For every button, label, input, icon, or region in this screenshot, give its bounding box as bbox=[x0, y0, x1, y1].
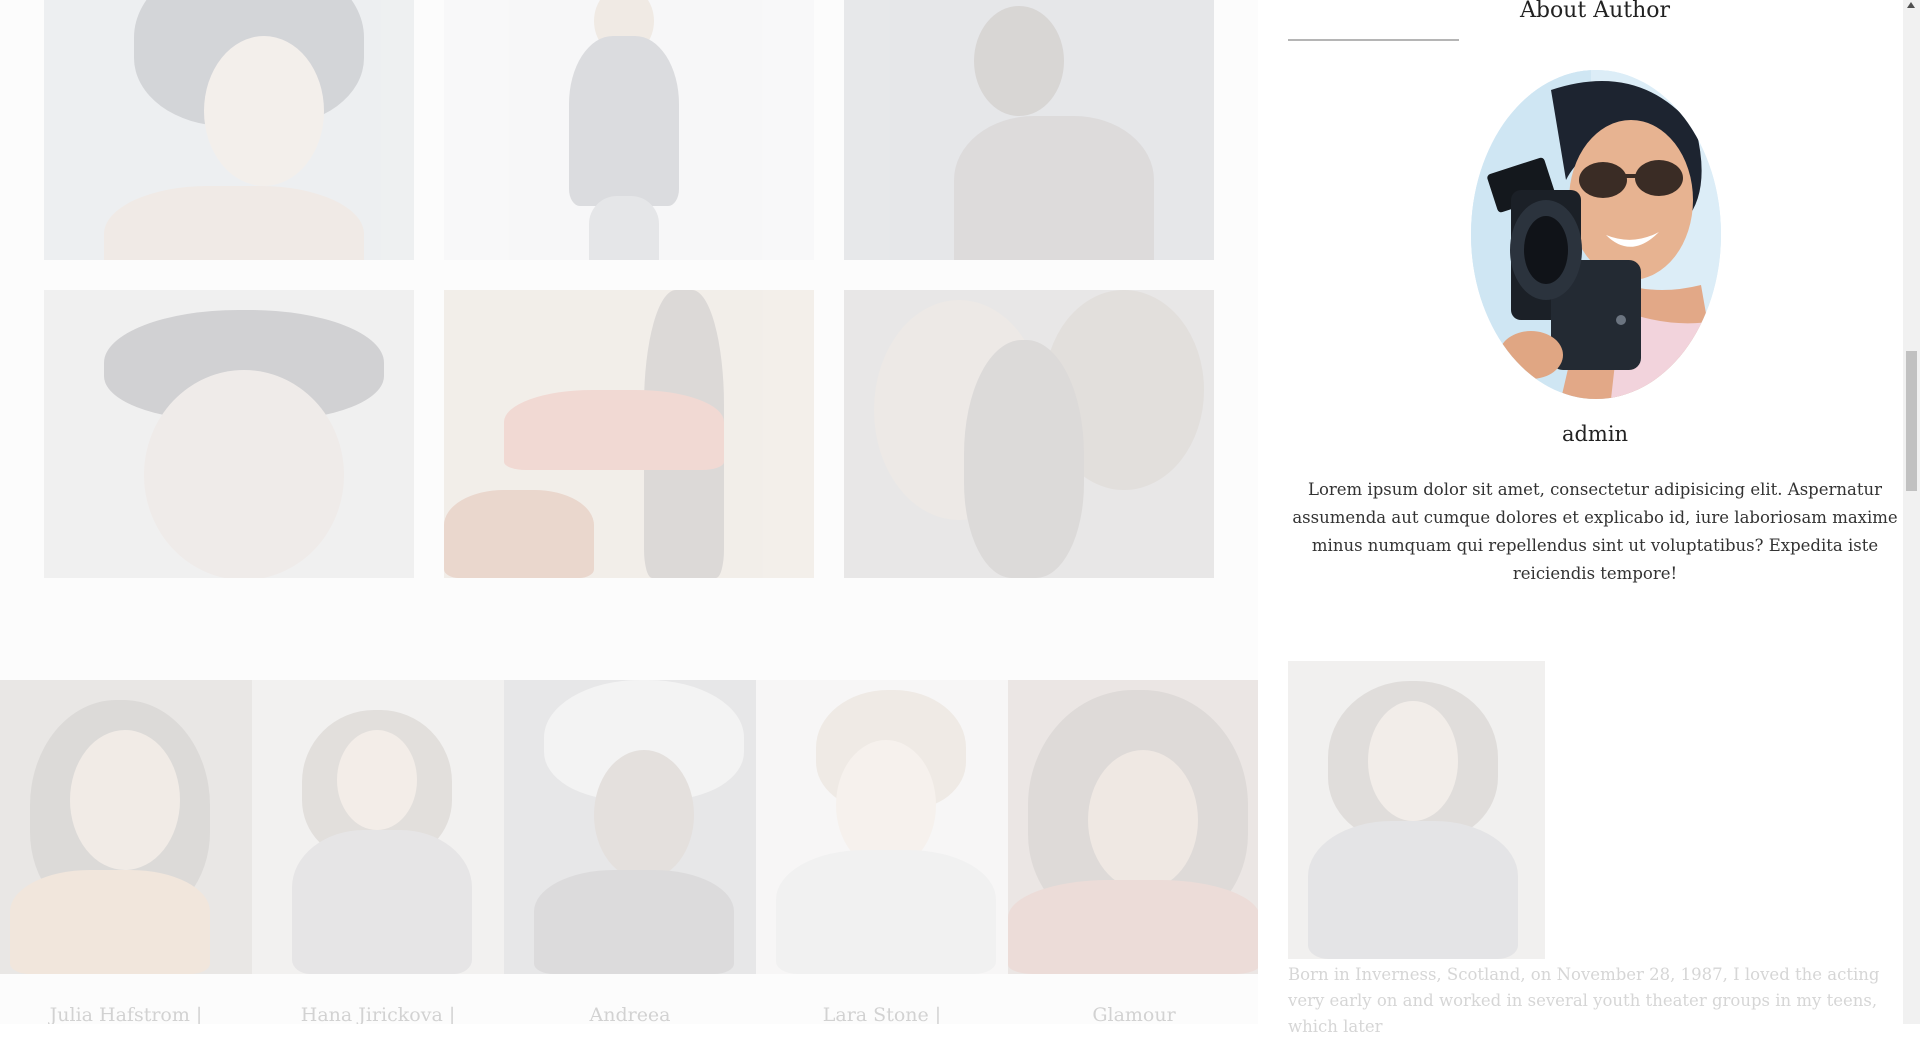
portfolio-image[interactable] bbox=[444, 0, 814, 260]
portfolio-image[interactable] bbox=[44, 290, 414, 578]
gallery-item[interactable] bbox=[252, 680, 504, 974]
page-scrollbar[interactable] bbox=[1903, 0, 1920, 1024]
portfolio-image[interactable] bbox=[844, 0, 1214, 260]
author-avatar bbox=[1471, 70, 1721, 399]
widget-title: About Author bbox=[1519, 0, 1671, 23]
bio-excerpt: Born in Inverness, Scotland, on November… bbox=[1288, 965, 1880, 1036]
gallery-caption[interactable]: Glamour bbox=[1008, 1004, 1258, 1024]
gallery-item[interactable] bbox=[1008, 680, 1258, 974]
portfolio-image[interactable] bbox=[844, 290, 1214, 578]
gallery-strip bbox=[0, 680, 1258, 974]
author-photo-icon bbox=[1471, 70, 1721, 399]
portfolio-image[interactable] bbox=[44, 0, 414, 260]
gallery-item[interactable] bbox=[756, 680, 1008, 974]
gallery-caption[interactable]: Andreea bbox=[504, 1004, 756, 1024]
author-bio: Lorem ipsum dolor sit amet, consectetur … bbox=[1292, 480, 1898, 583]
author-name[interactable]: admin bbox=[1288, 422, 1902, 446]
gallery-caption[interactable]: Hana Jirickova | bbox=[252, 1004, 504, 1024]
sidebar: About Author admin Lorem ipsum dolor sit… bbox=[1258, 0, 1902, 1036]
featured-image[interactable] bbox=[1288, 661, 1545, 959]
gallery-caption[interactable]: Julia Hafstrom | bbox=[0, 1004, 252, 1024]
title-underline bbox=[1288, 39, 1459, 41]
gallery-caption[interactable]: Lara Stone | bbox=[756, 1004, 1008, 1024]
portfolio-image[interactable] bbox=[444, 290, 814, 578]
gallery-item[interactable] bbox=[0, 680, 252, 974]
gallery-item[interactable] bbox=[504, 680, 756, 974]
scroll-up-arrow-icon[interactable] bbox=[1907, 2, 1915, 8]
scrollbar-thumb[interactable] bbox=[1906, 351, 1917, 491]
main-content: Julia Hafstrom | Hana Jirickova | Andree… bbox=[0, 0, 1258, 1024]
